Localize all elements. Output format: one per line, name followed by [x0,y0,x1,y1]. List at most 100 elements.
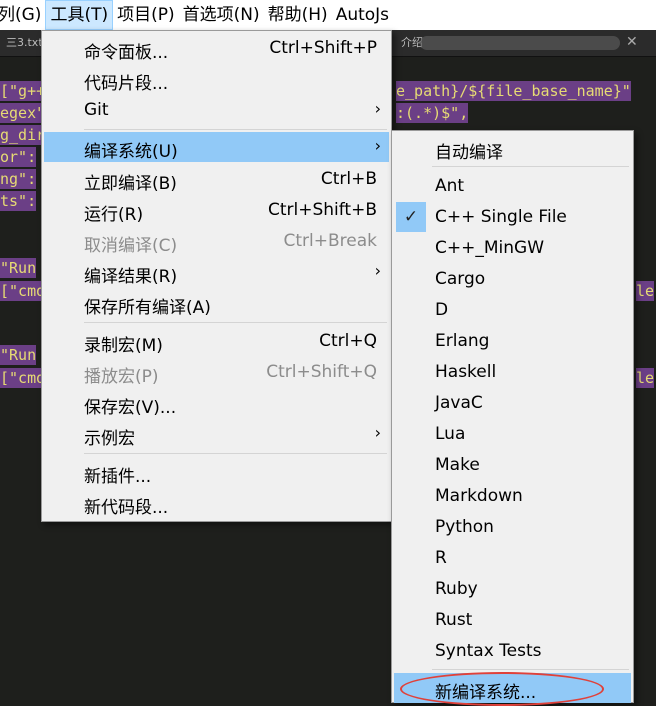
menu-item-label: 命令面板... [84,43,169,63]
menu-item-build-results[interactable]: 编译结果(R) › [44,257,389,287]
menu-item-label: D [435,300,449,320]
menu-item-ruby[interactable]: Ruby [394,574,631,604]
menu-item-label: 取消编译(C) [84,236,178,256]
menu-item-label: Cargo [435,269,486,289]
tools-menu: 命令面板... Ctrl+Shift+P 代码片段... Git › 编译系统(… [41,30,392,522]
menu-item-label: Erlang [435,331,490,351]
menu-autojs[interactable]: AutoJs [332,0,393,30]
menu-item-rust[interactable]: Rust [394,605,631,635]
menu-item-run[interactable]: 运行(R) Ctrl+Shift+B [44,195,389,225]
menu-item-syntax-tests[interactable]: Syntax Tests [394,636,631,666]
chevron-right-icon: › [374,99,381,118]
menu-item-save-macro[interactable]: 保存宏(V)... [44,388,389,418]
menu-item-cancel-build[interactable]: 取消编译(C) Ctrl+Break [44,226,389,256]
menu-item-label: 编译系统(U) [84,142,178,162]
menu-item-erlang[interactable]: Erlang [394,326,631,356]
menu-item-new-snippet[interactable]: 新代码段... [44,488,389,518]
menu-item-cargo[interactable]: Cargo [394,264,631,294]
menu-item-label: Haskell [435,362,497,382]
menu-item-r[interactable]: R [394,543,631,573]
menu-item-d[interactable]: D [394,295,631,325]
menu-item-label: 保存所有编译(A) [84,298,211,318]
code-line: :(.*)$", [396,103,469,123]
menu-item-example-macros[interactable]: 示例宏 › [44,419,389,449]
menu-item-haskell[interactable]: Haskell [394,357,631,387]
menu-item-shortcut: Ctrl+Shift+Q [266,362,377,382]
menu-item-cpp-mingw[interactable]: C++_MinGW [394,233,631,263]
menu-item-snippets[interactable]: 代码片段... [44,64,389,94]
code-line: or": [0,147,37,167]
menu-separator [432,166,629,167]
menu-item-command-palette[interactable]: 命令面板... Ctrl+Shift+P [44,33,389,63]
code-line: ["cmd [0,281,46,301]
menu-item-label: 新代码段... [84,498,169,518]
menu-item-label: C++ Single File [435,207,567,227]
menu-item-label: JavaC [435,393,483,413]
menu-item-new-plugin[interactable]: 新插件... [44,457,389,487]
menu-item-shortcut: Ctrl+Q [319,331,377,351]
menu-separator [84,322,387,323]
menu-item-label: 录制宏(M) [84,336,163,356]
menu-item-label: 编译结果(R) [84,267,178,287]
menu-item-label: 示例宏 [84,429,135,449]
chevron-right-icon: › [374,261,381,280]
menu-item-javac[interactable]: JavaC [394,388,631,418]
menu-item-lua[interactable]: Lua [394,419,631,449]
blurred-tab-title [420,36,620,50]
code-line: ng": [0,169,37,189]
menu-preferences[interactable]: 首选项(N) [179,0,264,30]
code-line: "Run [0,258,37,278]
menu-item-play-macro[interactable]: 播放宏(P) Ctrl+Shift+Q [44,357,389,387]
menu-item-cpp-single-file[interactable]: ✓ C++ Single File [394,202,631,232]
menu-item-shortcut: Ctrl+Shift+P [269,38,377,58]
code-line: le [636,281,655,301]
menu-tools[interactable]: 工具(T) [45,0,114,30]
code-line: egex" [0,103,46,123]
menu-item-build-system[interactable]: 编译系统(U) › [44,132,389,162]
build-system-submenu: 自动编译 Ant ✓ C++ Single File C++_MinGW Car… [391,130,634,703]
menu-item-shortcut: Ctrl+Shift+B [267,200,377,220]
menu-item-git[interactable]: Git › [44,95,389,125]
menu-item-label: 代码片段... [84,74,169,94]
menu-item-label: 立即编译(B) [84,174,177,194]
menu-item-label: Lua [435,424,466,444]
menu-project[interactable]: 项目(P) [113,0,179,30]
menu-item-label: R [435,548,447,568]
chevron-right-icon: › [374,136,381,155]
menu-item-label: Rust [435,610,473,630]
menu-item-build[interactable]: 立即编译(B) Ctrl+B [44,164,389,194]
chevron-right-icon: › [374,423,381,442]
menu-item-label: 新插件... [84,467,152,487]
menu-bar: 列(G) 工具(T) 项目(P) 首选项(N) 帮助(H) AutoJs [0,0,656,30]
code-line: ["g++ [0,81,46,101]
code-line: ts": [0,191,37,211]
menu-item-ant[interactable]: Ant [394,171,631,201]
menu-item-auto-build[interactable]: 自动编译 [394,133,631,163]
menu-item-label: Ant [435,176,465,196]
menu-item-label: C++_MinGW [435,238,545,258]
menu-item-label: 播放宏(P) [84,367,159,387]
menu-item-save-all-builds[interactable]: 保存所有编译(A) [44,288,389,318]
menu-item-shortcut: Ctrl+B [320,169,377,189]
menu-item-markdown[interactable]: Markdown [394,481,631,511]
menu-item-make[interactable]: Make [394,450,631,480]
menu-separator [84,453,387,454]
menu-separator [84,129,387,130]
code-line: e_path}/${file_base_name}" [396,81,631,101]
close-icon[interactable]: ✕ [626,34,638,50]
code-line: g_dir [0,125,46,145]
menu-item-label: Ruby [435,579,478,599]
menu-view[interactable]: 列(G) [0,0,45,30]
menu-help[interactable]: 帮助(H) [264,0,332,30]
menu-item-record-macro[interactable]: 录制宏(M) Ctrl+Q [44,326,389,356]
code-line: le [636,368,655,388]
menu-item-label: 运行(R) [84,205,144,225]
menu-item-label: Python [435,517,494,537]
menu-item-label: Git [84,100,109,120]
menu-item-label: Syntax Tests [435,641,542,661]
menu-item-python[interactable]: Python [394,512,631,542]
code-line: ["cmd [0,368,46,388]
menu-item-shortcut: Ctrl+Break [283,231,378,251]
menu-item-label: Make [435,455,480,475]
code-line: "Run [0,345,37,365]
